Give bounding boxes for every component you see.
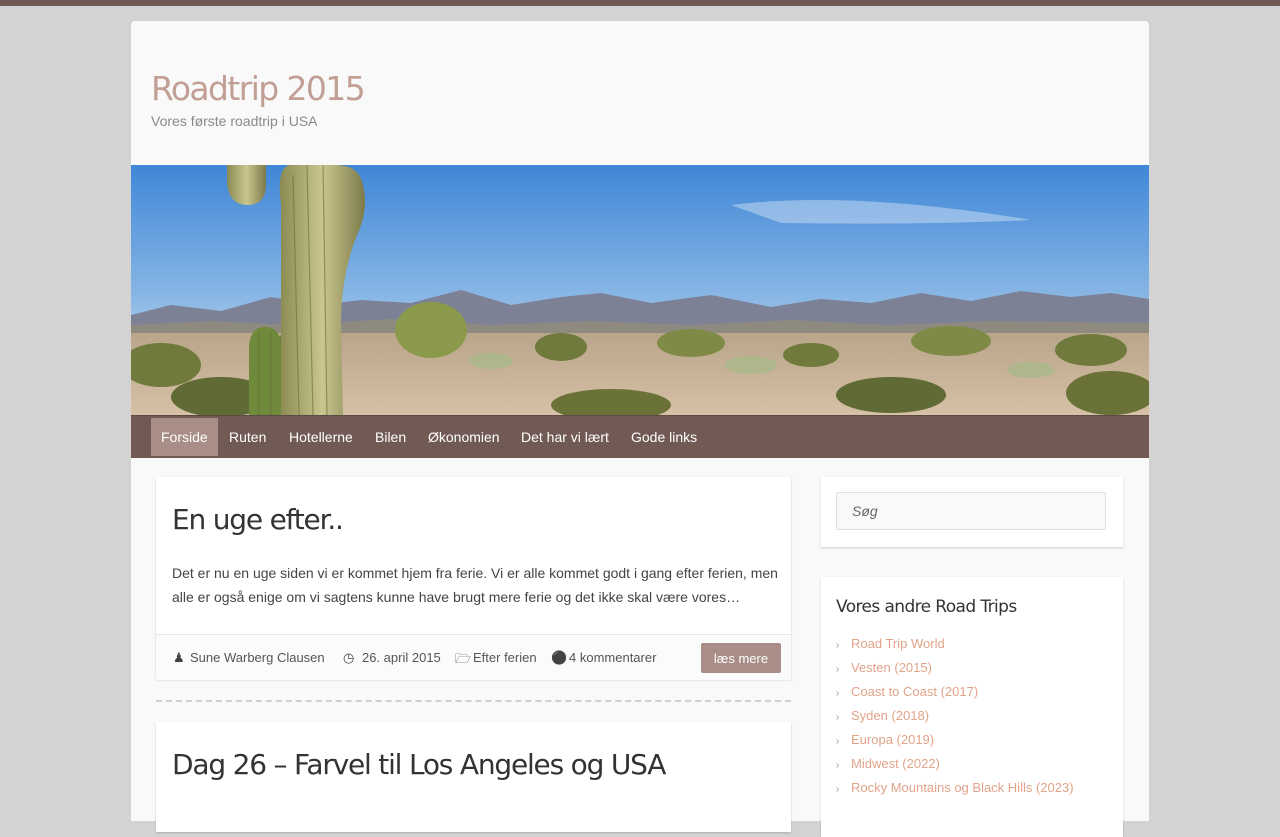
list-item: › Rocky Mountains og Black Hills (2023) (836, 776, 1074, 800)
post-meta: ♟ Sune Warberg Clausen ◷ 26. april 2015 … (156, 634, 791, 680)
top-accent-bar (0, 0, 1280, 6)
list-item: › Road Trip World (836, 632, 1074, 656)
chevron-right-icon: › (836, 784, 840, 795)
trip-link[interactable]: Midwest (2022) (851, 756, 940, 771)
post-card: Dag 26 – Farvel til Los Angeles og USA (156, 722, 791, 832)
nav-item-ruten[interactable]: Ruten (229, 418, 266, 456)
chevron-right-icon: › (836, 664, 840, 675)
post-divider (156, 700, 791, 702)
post-excerpt: Det er nu en uge siden vi er kommet hjem… (172, 565, 778, 605)
search-input[interactable] (836, 492, 1106, 530)
clock-icon: ◷ (343, 650, 355, 665)
post-date[interactable]: 26. april 2015 (362, 650, 441, 665)
nav-item-okonomien[interactable]: Økonomien (428, 418, 500, 456)
page-container: Roadtrip 2015 Vores første roadtrip i US… (131, 21, 1149, 837)
post-title[interactable]: Dag 26 – Farvel til Los Angeles og USA (172, 748, 666, 781)
site-description: Vores første roadtrip i USA (151, 113, 318, 129)
road-trips-widget: Vores andre Road Trips › Road Trip World … (821, 577, 1123, 837)
post-card: En uge efter.. Det er nu en uge siden vi… (156, 477, 791, 680)
nav-item-det-har-vi-laert[interactable]: Det har vi lært (521, 418, 609, 456)
list-item: › Vesten (2015) (836, 656, 1074, 680)
user-icon: ♟ (173, 650, 185, 665)
site-title[interactable]: Roadtrip 2015 (151, 69, 366, 108)
chevron-right-icon: › (836, 760, 840, 771)
chevron-right-icon: › (836, 640, 840, 651)
trip-link[interactable]: Rocky Mountains og Black Hills (2023) (851, 780, 1074, 795)
folder-icon: 🗁 (455, 651, 472, 666)
nav-item-bilen[interactable]: Bilen (375, 418, 406, 456)
chevron-right-icon: › (836, 736, 840, 747)
post-category[interactable]: Efter ferien (473, 650, 537, 665)
main-navigation: Forside Ruten Hotellerne Bilen Økonomien… (131, 415, 1149, 458)
trip-link[interactable]: Coast to Coast (2017) (851, 684, 978, 699)
post-title[interactable]: En uge efter.. (172, 503, 344, 536)
list-item: › Coast to Coast (2017) (836, 680, 1074, 704)
chevron-right-icon: › (836, 688, 840, 699)
header-image (131, 165, 1149, 415)
trip-link[interactable]: Europa (2019) (851, 732, 934, 747)
post-author[interactable]: Sune Warberg Clausen (190, 650, 325, 665)
trip-link[interactable]: Syden (2018) (851, 708, 929, 723)
list-item: › Midwest (2022) (836, 752, 1074, 776)
trip-link[interactable]: Vesten (2015) (851, 660, 932, 675)
nav-item-gode-links[interactable]: Gode links (631, 418, 697, 456)
chevron-right-icon: › (836, 712, 840, 723)
widget-title: Vores andre Road Trips (836, 597, 1017, 617)
read-more-button[interactable]: læs mere (701, 643, 781, 673)
nav-item-forside[interactable]: Forside (151, 418, 218, 456)
nav-item-hotellerne[interactable]: Hotellerne (289, 418, 353, 456)
comment-icon: ⚫ (551, 650, 568, 665)
list-item: › Europa (2019) (836, 728, 1074, 752)
search-widget (821, 477, 1123, 547)
list-item: › Syden (2018) (836, 704, 1074, 728)
post-comments[interactable]: 4 kommentarer (569, 650, 656, 665)
trip-list: › Road Trip World › Vesten (2015) › Coast t… (836, 632, 1074, 800)
trip-link[interactable]: Road Trip World (851, 636, 945, 651)
